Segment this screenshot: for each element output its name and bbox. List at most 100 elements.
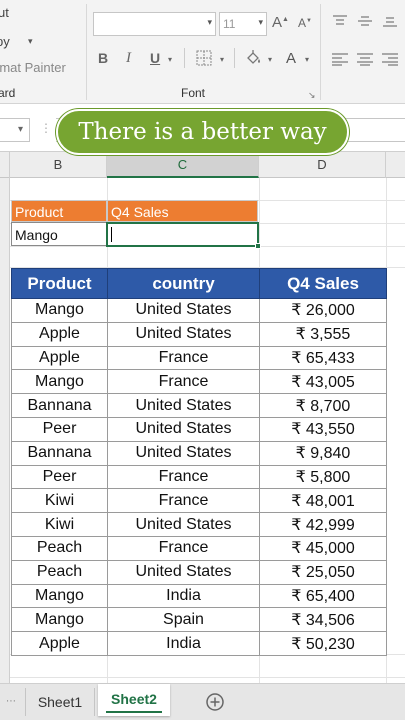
product-cell[interactable]: Bannana [11, 393, 108, 418]
country-cell[interactable]: France [107, 488, 260, 514]
lookup-header-sales[interactable]: Q4 Sales [107, 200, 258, 222]
product-cell[interactable]: Bannana [11, 440, 108, 466]
copy-button[interactable]: py [0, 34, 10, 49]
q4-sales-cell[interactable]: ₹ 34,506 [259, 607, 387, 633]
product-cell[interactable]: Mango [11, 298, 108, 323]
product-cell[interactable]: Mango [11, 369, 108, 395]
lookup-product-cell[interactable]: Mango [11, 222, 107, 246]
select-all-corner[interactable] [0, 152, 10, 178]
bottom-align-icon[interactable] [381, 14, 399, 28]
country-cell[interactable]: United States [107, 512, 260, 537]
q4-sales-cell[interactable]: ₹ 45,000 [259, 535, 387, 561]
dialog-launcher-icon[interactable]: ↘ [308, 90, 316, 101]
country-cell[interactable]: United States [107, 559, 260, 585]
align-left-icon[interactable] [331, 52, 349, 66]
table-row: Peer France ₹ 5,800 [11, 464, 387, 490]
q4-sales-cell[interactable]: ₹ 43,005 [259, 369, 387, 395]
product-cell[interactable]: Apple [11, 345, 108, 371]
font-color-button[interactable]: A [286, 50, 296, 67]
product-cell[interactable]: Peer [11, 464, 108, 490]
q4-sales-cell[interactable]: ₹ 42,999 [259, 512, 387, 537]
font-name-select[interactable]: ▾ [93, 12, 216, 36]
copy-dropdown-icon[interactable]: ▾ [28, 36, 33, 47]
fill-color-dropdown-icon[interactable]: ▾ [268, 55, 272, 64]
tab-sheet2[interactable]: Sheet2 [98, 684, 170, 716]
formula-bar-grip-icon[interactable]: ⋮ [40, 121, 52, 135]
country-cell[interactable]: France [107, 369, 260, 395]
increase-font-size-button[interactable]: A▲ [272, 14, 289, 31]
product-cell[interactable]: Mango [11, 607, 108, 633]
q4-sales-cell[interactable]: ₹ 9,840 [259, 440, 387, 466]
align-center-icon[interactable] [356, 52, 374, 66]
country-cell[interactable]: United States [107, 416, 260, 442]
fill-color-icon[interactable] [244, 49, 264, 67]
product-cell[interactable]: Peach [11, 535, 108, 561]
column-header-c[interactable]: C [107, 152, 259, 178]
gridline [10, 677, 405, 678]
cut-button[interactable]: ut [0, 5, 9, 20]
font-color-dropdown-icon[interactable]: ▾ [305, 55, 309, 64]
q4-sales-cell[interactable]: ₹ 5,800 [259, 464, 387, 490]
country-cell[interactable]: France [107, 535, 260, 561]
product-cell[interactable]: Kiwi [11, 488, 108, 514]
table-header-q4-sales[interactable]: Q4 Sales [259, 268, 387, 299]
product-cell[interactable]: Peer [11, 416, 108, 442]
column-header-d[interactable]: D [259, 152, 386, 178]
country-cell[interactable]: France [107, 464, 260, 490]
grow-font-icon: A [272, 14, 283, 31]
country-cell[interactable]: United States [107, 393, 260, 418]
product-cell[interactable]: Mango [11, 583, 108, 609]
overlay-banner: There is a better way [56, 109, 349, 155]
clipboard-group-label: ard [0, 86, 16, 100]
shrink-font-icon: A [298, 16, 307, 30]
table-row: Apple France ₹ 65,433 [11, 345, 387, 371]
fill-handle[interactable] [255, 243, 261, 249]
font-size-select[interactable]: 11 ▾ [219, 12, 267, 36]
product-cell[interactable]: Kiwi [11, 512, 108, 537]
product-cell[interactable]: Apple [11, 631, 108, 656]
table-row: Bannana United States ₹ 8,700 [11, 393, 387, 418]
format-painter-button[interactable]: rmat Painter [0, 60, 66, 75]
product-cell[interactable]: Apple [11, 321, 108, 347]
table-header-product[interactable]: Product [11, 268, 108, 299]
table-header-row: Product country Q4 Sales [11, 268, 387, 299]
table-body: Mango United States ₹ 26,000 Apple United St… [11, 298, 387, 656]
q4-sales-cell[interactable]: ₹ 65,433 [259, 345, 387, 371]
q4-sales-cell[interactable]: ₹ 26,000 [259, 298, 387, 323]
tab-scroll-grip-icon[interactable]: ⋯ [6, 696, 16, 707]
q4-sales-cell[interactable]: ₹ 3,555 [259, 321, 387, 347]
country-cell[interactable]: United States [107, 440, 260, 466]
italic-button[interactable]: I [126, 50, 131, 67]
q4-sales-cell[interactable]: ₹ 43,550 [259, 416, 387, 442]
active-cell-q4-sales[interactable] [106, 222, 261, 249]
lookup-header-product[interactable]: Product [11, 200, 107, 222]
add-sheet-icon[interactable] [205, 692, 225, 712]
spreadsheet-grid[interactable]: Product Q4 Sales Mango Product country Q… [0, 178, 405, 683]
name-box[interactable]: ▾ [0, 118, 30, 142]
decrease-font-size-button[interactable]: A▼ [298, 16, 312, 30]
align-right-icon[interactable] [381, 52, 399, 66]
middle-align-icon[interactable] [356, 14, 374, 28]
tab-sheet1[interactable]: Sheet1 [25, 688, 95, 716]
q4-sales-cell[interactable]: ₹ 25,050 [259, 559, 387, 585]
top-align-icon[interactable] [331, 14, 349, 28]
borders-dropdown-icon[interactable]: ▾ [220, 55, 224, 64]
bold-button[interactable]: B [98, 50, 108, 66]
q4-sales-cell[interactable]: ₹ 8,700 [259, 393, 387, 418]
country-cell[interactable]: United States [107, 321, 260, 347]
country-cell[interactable]: India [107, 631, 260, 656]
country-cell[interactable]: India [107, 583, 260, 609]
underline-dropdown-icon[interactable]: ▾ [168, 55, 172, 64]
q4-sales-cell[interactable]: ₹ 48,001 [259, 488, 387, 514]
q4-sales-cell[interactable]: ₹ 65,400 [259, 583, 387, 609]
table-header-country[interactable]: country [107, 268, 260, 299]
borders-icon[interactable] [196, 50, 212, 66]
country-cell[interactable]: Spain [107, 607, 260, 633]
column-header-b[interactable]: B [10, 152, 107, 178]
underline-button[interactable]: U [150, 50, 160, 66]
q4-sales-cell[interactable]: ₹ 50,230 [259, 631, 387, 656]
country-cell[interactable]: France [107, 345, 260, 371]
table-row: Peach United States ₹ 25,050 [11, 559, 387, 585]
country-cell[interactable]: United States [107, 298, 260, 323]
product-cell[interactable]: Peach [11, 559, 108, 585]
